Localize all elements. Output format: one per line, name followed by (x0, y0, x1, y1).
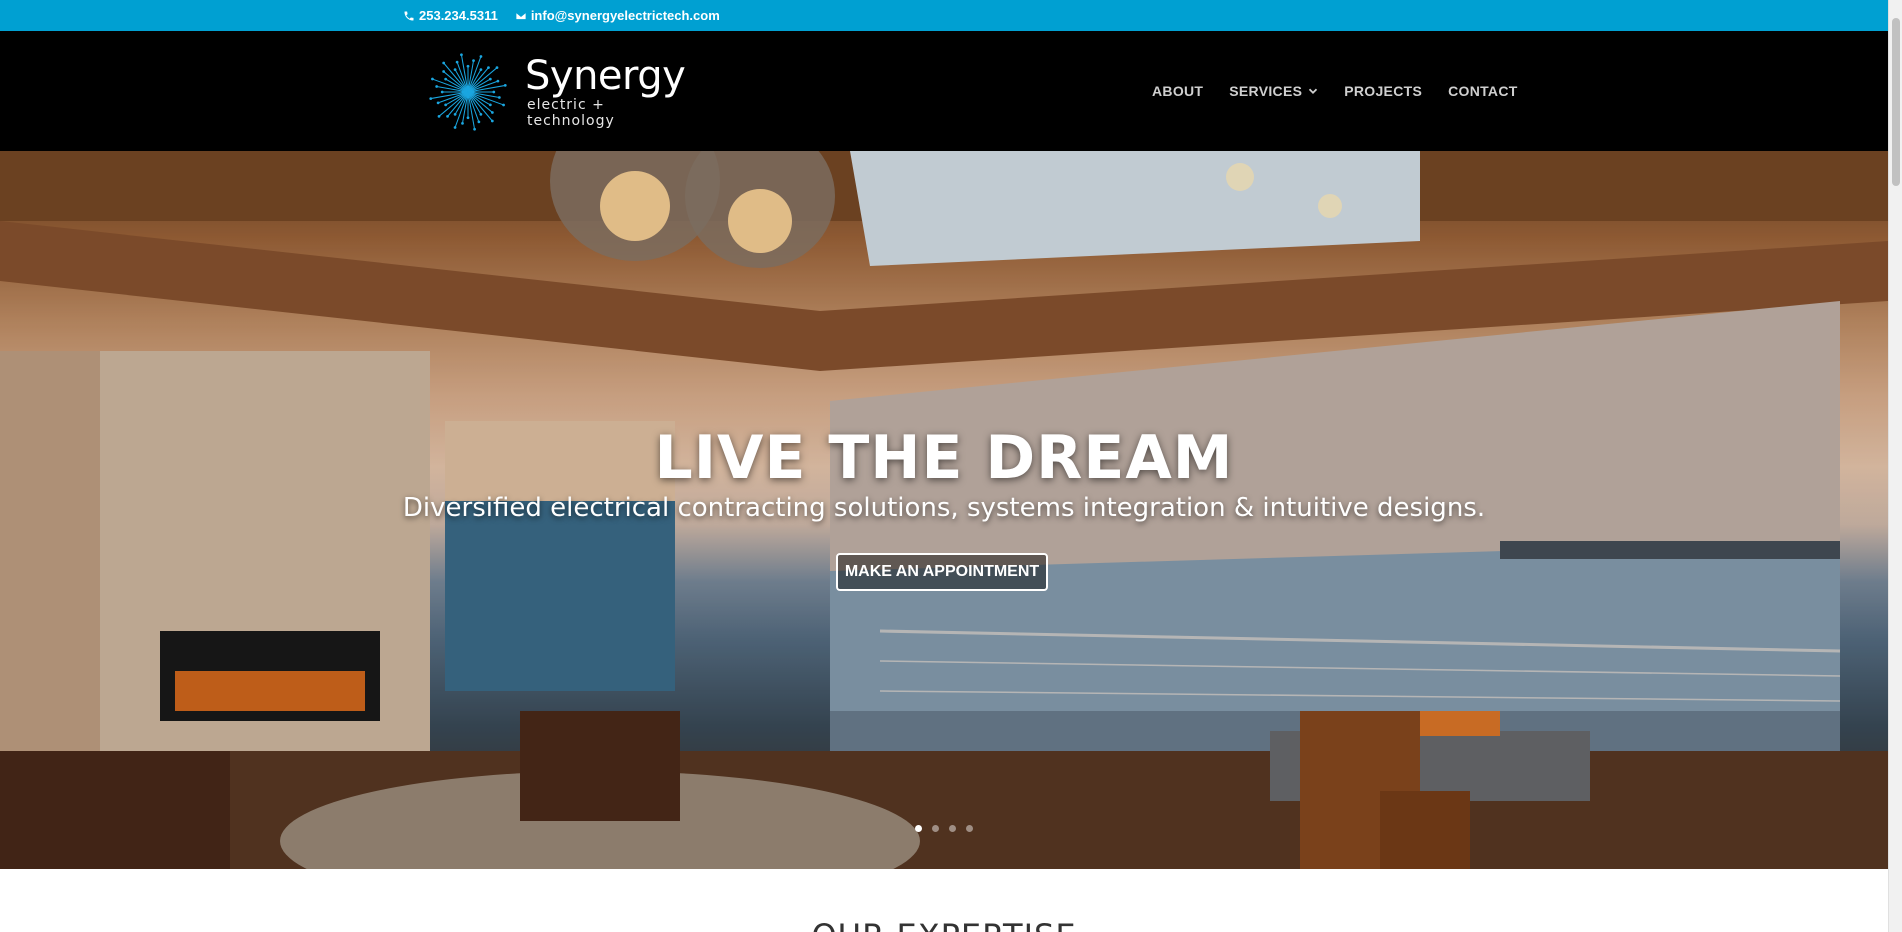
top-contact-bar: 253.234.5311 info@synergyelectrictech.co… (0, 0, 1888, 31)
page-scrollbar[interactable] (1888, 0, 1902, 932)
nav-contact[interactable]: CONTACT (1448, 83, 1518, 99)
make-appointment-button[interactable]: MAKE AN APPOINTMENT (836, 553, 1048, 591)
nav-services-label: SERVICES (1229, 83, 1303, 99)
nav-projects-label: PROJECTS (1344, 83, 1423, 99)
phone-link[interactable]: 253.234.5311 (403, 8, 498, 23)
nav-projects[interactable]: PROJECTS (1344, 83, 1422, 99)
logo-brand: Synergy (525, 53, 686, 99)
phone-icon (404, 11, 414, 20)
phone-number: 253.234.5311 (419, 8, 498, 23)
main-nav: ABOUT SERVICES PROJECTS CONTACT (1152, 31, 1518, 151)
envelope-icon (515, 11, 527, 20)
scrollbar-thumb[interactable] (1892, 18, 1900, 186)
hero-title: LIVE THE DREAM (654, 423, 1234, 493)
logo-tagline: electric + technology (527, 97, 615, 129)
hero-slider: LIVE THE DREAM Diversified electrical co… (0, 151, 1888, 869)
expertise-section: OUR EXPERTISE (0, 869, 1888, 932)
slider-pagination (915, 825, 973, 832)
nav-about[interactable]: ABOUT (1152, 83, 1203, 99)
contact-info: 253.234.5311 info@synergyelectrictech.co… (403, 0, 720, 31)
email-link[interactable]: info@synergyelectrictech.com (515, 8, 720, 23)
hero-content: LIVE THE DREAM Diversified electrical co… (0, 151, 1888, 869)
chevron-down-icon (1309, 88, 1318, 94)
expertise-heading: OUR EXPERTISE (0, 917, 1888, 932)
slider-dot-4[interactable] (966, 825, 973, 832)
slider-dot-3[interactable] (949, 825, 956, 832)
nav-contact-label: CONTACT (1448, 83, 1518, 99)
starburst-logo-icon (429, 53, 507, 131)
slider-dot-1[interactable] (915, 825, 922, 832)
site-logo[interactable]: Synergy electric + technology (425, 47, 695, 137)
slider-dot-2[interactable] (932, 825, 939, 832)
hero-subtitle: Diversified electrical contracting solut… (402, 493, 1486, 523)
site-header: Synergy electric + technology ABOUT SERV… (0, 31, 1888, 151)
email-address: info@synergyelectrictech.com (530, 8, 720, 23)
nav-services[interactable]: SERVICES (1229, 83, 1318, 99)
nav-about-label: ABOUT (1152, 83, 1204, 99)
